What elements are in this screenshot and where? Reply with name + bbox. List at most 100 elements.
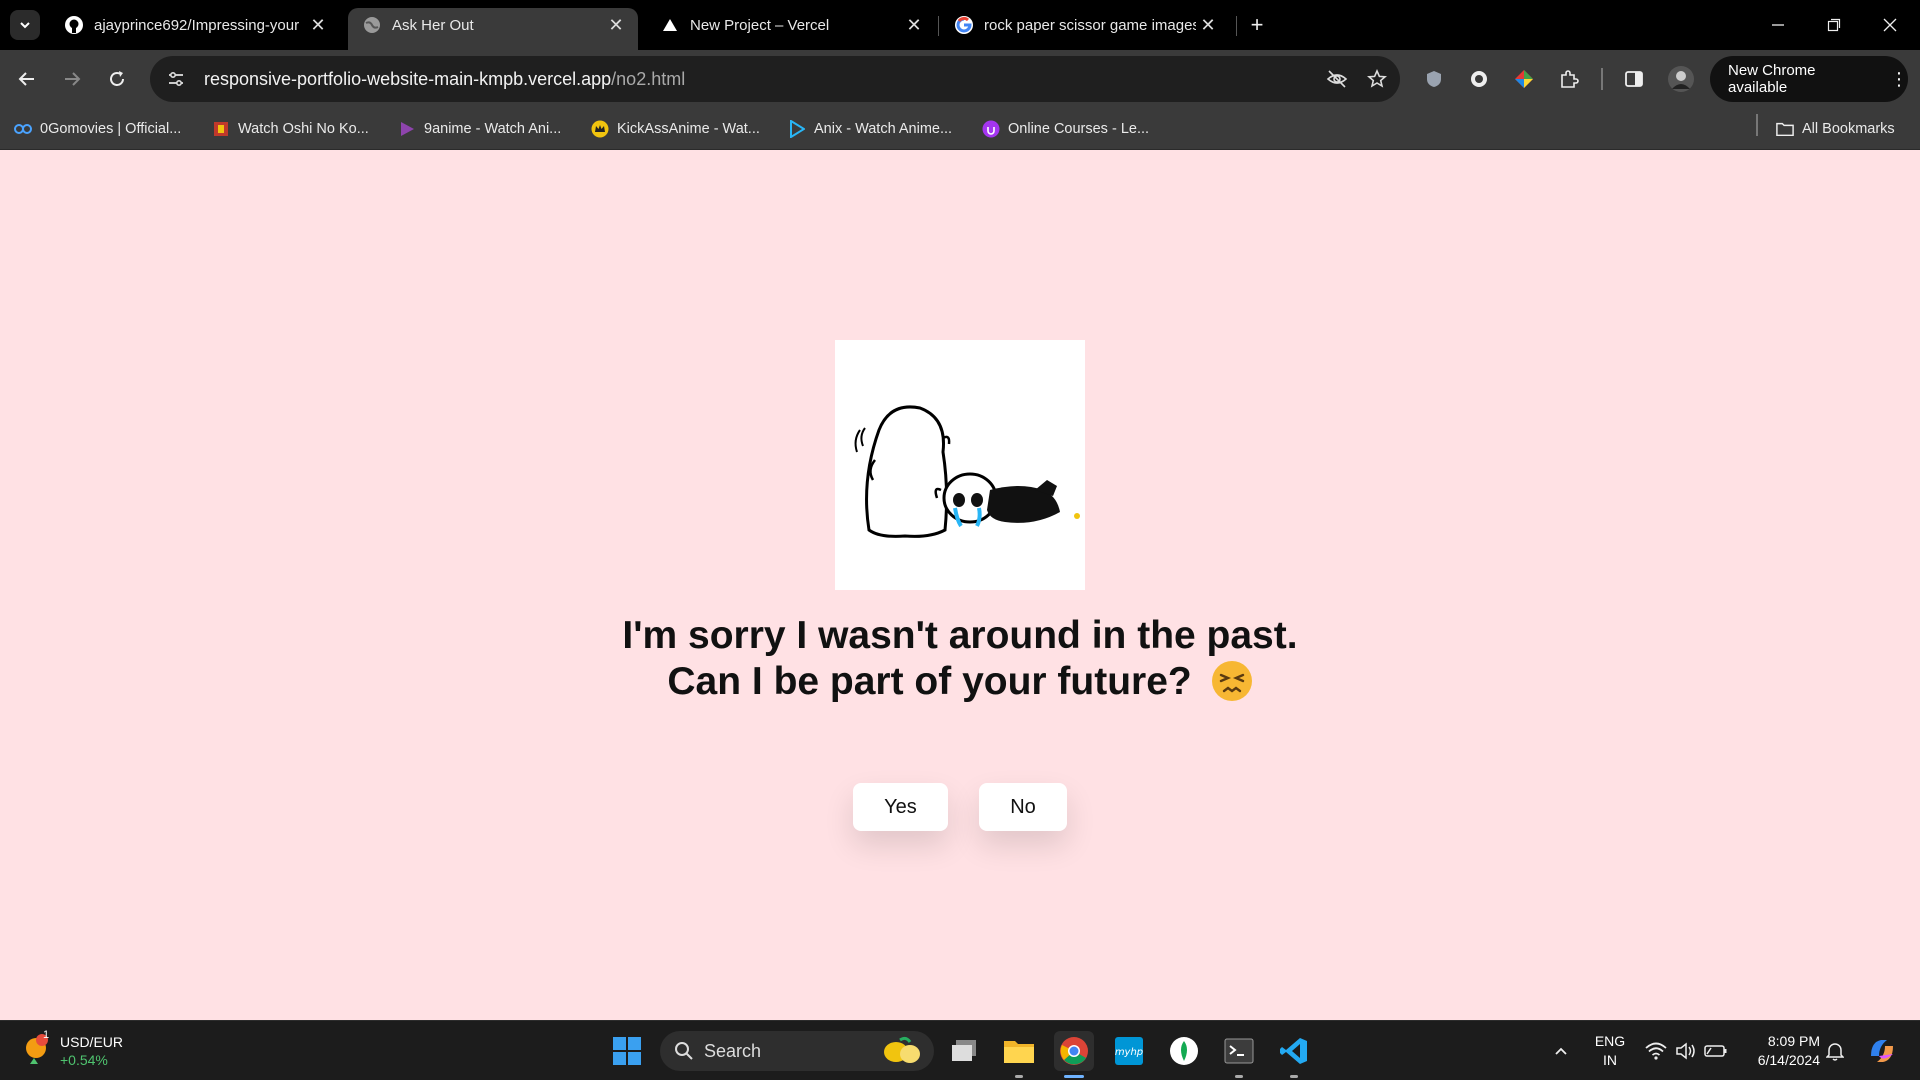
- shield-extension-icon[interactable]: [1417, 62, 1451, 96]
- bookmark-oshi-no-ko[interactable]: Watch Oshi No Ko...: [212, 116, 369, 142]
- bookmark-label: Watch Oshi No Ko...: [238, 121, 369, 137]
- bookmark-9anime[interactable]: 9anime - Watch Ani...: [398, 116, 561, 142]
- side-panel-icon[interactable]: [1617, 62, 1651, 96]
- bookmark-label: Online Courses - Le...: [1008, 121, 1150, 137]
- star-icon[interactable]: [1360, 62, 1394, 96]
- restore-button[interactable]: [1806, 8, 1862, 42]
- bookmark-kickassanime[interactable]: KickAssAnime - Wat...: [591, 116, 760, 142]
- reload-button[interactable]: [100, 62, 134, 96]
- close-tab-icon[interactable]: ✕: [1196, 13, 1220, 37]
- taskbar: 1 USD/EUR +0.54% Search myhp ENG IN 8:09…: [0, 1020, 1920, 1080]
- ghost-sticker-image: [835, 340, 1085, 590]
- page-content: I'm sorry I wasn't around in the past. C…: [0, 150, 1920, 1020]
- browser-toolbar: responsive-portfolio-website-main-kmpb.v…: [0, 50, 1920, 108]
- tab-search-button[interactable]: [10, 10, 40, 40]
- svg-text:myhp: myhp: [1115, 1047, 1143, 1058]
- myhp-icon: myhp: [1115, 1037, 1143, 1065]
- close-window-button[interactable]: [1862, 8, 1918, 42]
- bookmark-anix[interactable]: Anix - Watch Anime...: [788, 116, 952, 142]
- vscode-button[interactable]: [1274, 1031, 1314, 1071]
- bookmarks-bar: 0Gomovies | Official... Watch Oshi No Ko…: [0, 108, 1920, 150]
- bookmark-label: Anix - Watch Anime...: [814, 121, 953, 137]
- running-indicator: [1235, 1075, 1243, 1078]
- mongodb-button[interactable]: [1164, 1031, 1204, 1071]
- tab-title: New Project – Vercel: [690, 16, 830, 34]
- tab-strip: ajayprince692/Impressing-your ✕ Ask Her …: [0, 0, 1920, 50]
- show-hidden-icons-button[interactable]: [1541, 1031, 1581, 1071]
- tab-title: ajayprince692/Impressing-your: [94, 16, 300, 34]
- profile-avatar[interactable]: [1664, 62, 1698, 96]
- tab-vercel[interactable]: New Project – Vercel ✕: [646, 8, 936, 42]
- lemon-decoration-icon: [884, 1036, 920, 1063]
- task-view-button[interactable]: [944, 1031, 984, 1071]
- persevering-face-icon: [1211, 661, 1252, 701]
- start-button[interactable]: [607, 1031, 647, 1071]
- arrow-left-icon: [18, 72, 34, 86]
- file-explorer-button[interactable]: [999, 1031, 1039, 1071]
- minimize-button[interactable]: [1750, 8, 1806, 42]
- battery-icon[interactable]: [1696, 1031, 1736, 1071]
- myhp-button[interactable]: myhp: [1109, 1031, 1149, 1071]
- chevron-up-icon: [1555, 1047, 1567, 1055]
- chrome-button[interactable]: [1054, 1031, 1094, 1071]
- back-button[interactable]: [10, 62, 44, 96]
- widget-change: +0.54%: [60, 1052, 108, 1068]
- folder-icon: [1004, 1041, 1034, 1063]
- close-tab-icon[interactable]: ✕: [306, 13, 330, 37]
- close-icon: [1883, 18, 1897, 32]
- tab-ask-her-out[interactable]: Ask Her Out ✕: [348, 8, 638, 50]
- task-view-icon: [952, 1040, 976, 1061]
- site-info-icon[interactable]: [158, 61, 194, 97]
- google-icon: [954, 15, 974, 35]
- taskbar-search[interactable]: Search: [660, 1031, 934, 1071]
- clock[interactable]: 8:09 PM 6/14/2024: [1736, 1032, 1820, 1070]
- bookmark-label: 0Gomovies | Official...: [40, 121, 182, 137]
- currency-widget[interactable]: 1 USD/EUR +0.54%: [22, 1029, 124, 1072]
- no-button[interactable]: No: [979, 783, 1067, 831]
- windows-logo-icon: [613, 1037, 641, 1065]
- terminal-button[interactable]: [1219, 1031, 1259, 1071]
- folder-icon: [1776, 120, 1794, 138]
- gomovies-icon: [14, 120, 32, 138]
- url-text[interactable]: responsive-portfolio-website-main-kmpb.v…: [204, 69, 1320, 90]
- tab-github[interactable]: ajayprince692/Impressing-your ✕: [50, 8, 340, 42]
- clock-time: 8:09 PM: [1767, 1033, 1820, 1049]
- url-host: responsive-portfolio-website-main-kmpb.v…: [204, 68, 612, 89]
- bookmark-label: KickAssAnime - Wat...: [617, 121, 760, 137]
- close-tab-icon[interactable]: ✕: [902, 13, 926, 37]
- widget-badge: 1: [43, 1029, 50, 1041]
- address-bar[interactable]: responsive-portfolio-website-main-kmpb.v…: [150, 56, 1400, 102]
- extensions-puzzle-icon[interactable]: [1552, 62, 1586, 96]
- terminal-icon: [1224, 1038, 1254, 1064]
- forward-button[interactable]: [55, 62, 89, 96]
- language-indicator[interactable]: ENG IN: [1592, 1032, 1628, 1070]
- all-bookmarks-button[interactable]: All Bookmarks: [1776, 116, 1895, 142]
- yes-button[interactable]: Yes: [853, 783, 948, 831]
- color-extension-icon[interactable]: [1507, 62, 1541, 96]
- reload-icon: [110, 71, 124, 86]
- copilot-icon: [1871, 1040, 1893, 1062]
- bookmark-online-courses[interactable]: Online Courses - Le...: [982, 116, 1149, 142]
- question-heading: I'm sorry I wasn't around in the past. C…: [600, 613, 1320, 705]
- notification-bell-icon[interactable]: [1815, 1031, 1855, 1071]
- eye-off-icon[interactable]: [1320, 62, 1354, 96]
- chrome-update-button[interactable]: New Chrome available ⋮: [1710, 56, 1908, 102]
- widget-title: USD/EUR: [60, 1034, 124, 1050]
- chevron-down-icon: [20, 22, 30, 29]
- extension-circle-icon[interactable]: [1462, 62, 1496, 96]
- running-indicator: [1015, 1075, 1023, 1078]
- toolbar-divider: [1601, 68, 1603, 90]
- close-tab-icon[interactable]: ✕: [604, 13, 628, 37]
- active-indicator: [1064, 1075, 1084, 1078]
- restore-icon: [1827, 18, 1841, 32]
- vercel-icon: [660, 15, 680, 35]
- tab-separator: [938, 16, 939, 36]
- bookmark-0gomovies[interactable]: 0Gomovies | Official...: [14, 116, 181, 142]
- region-code: IN: [1603, 1052, 1617, 1068]
- search-icon: [675, 1042, 693, 1060]
- bookmark-label: 9anime - Watch Ani...: [424, 121, 562, 137]
- new-tab-button[interactable]: +: [1244, 12, 1270, 38]
- copilot-button[interactable]: [1862, 1031, 1902, 1071]
- tab-google-images[interactable]: rock paper scissor game images ✕: [940, 8, 1230, 42]
- language-code: ENG: [1594, 1033, 1626, 1049]
